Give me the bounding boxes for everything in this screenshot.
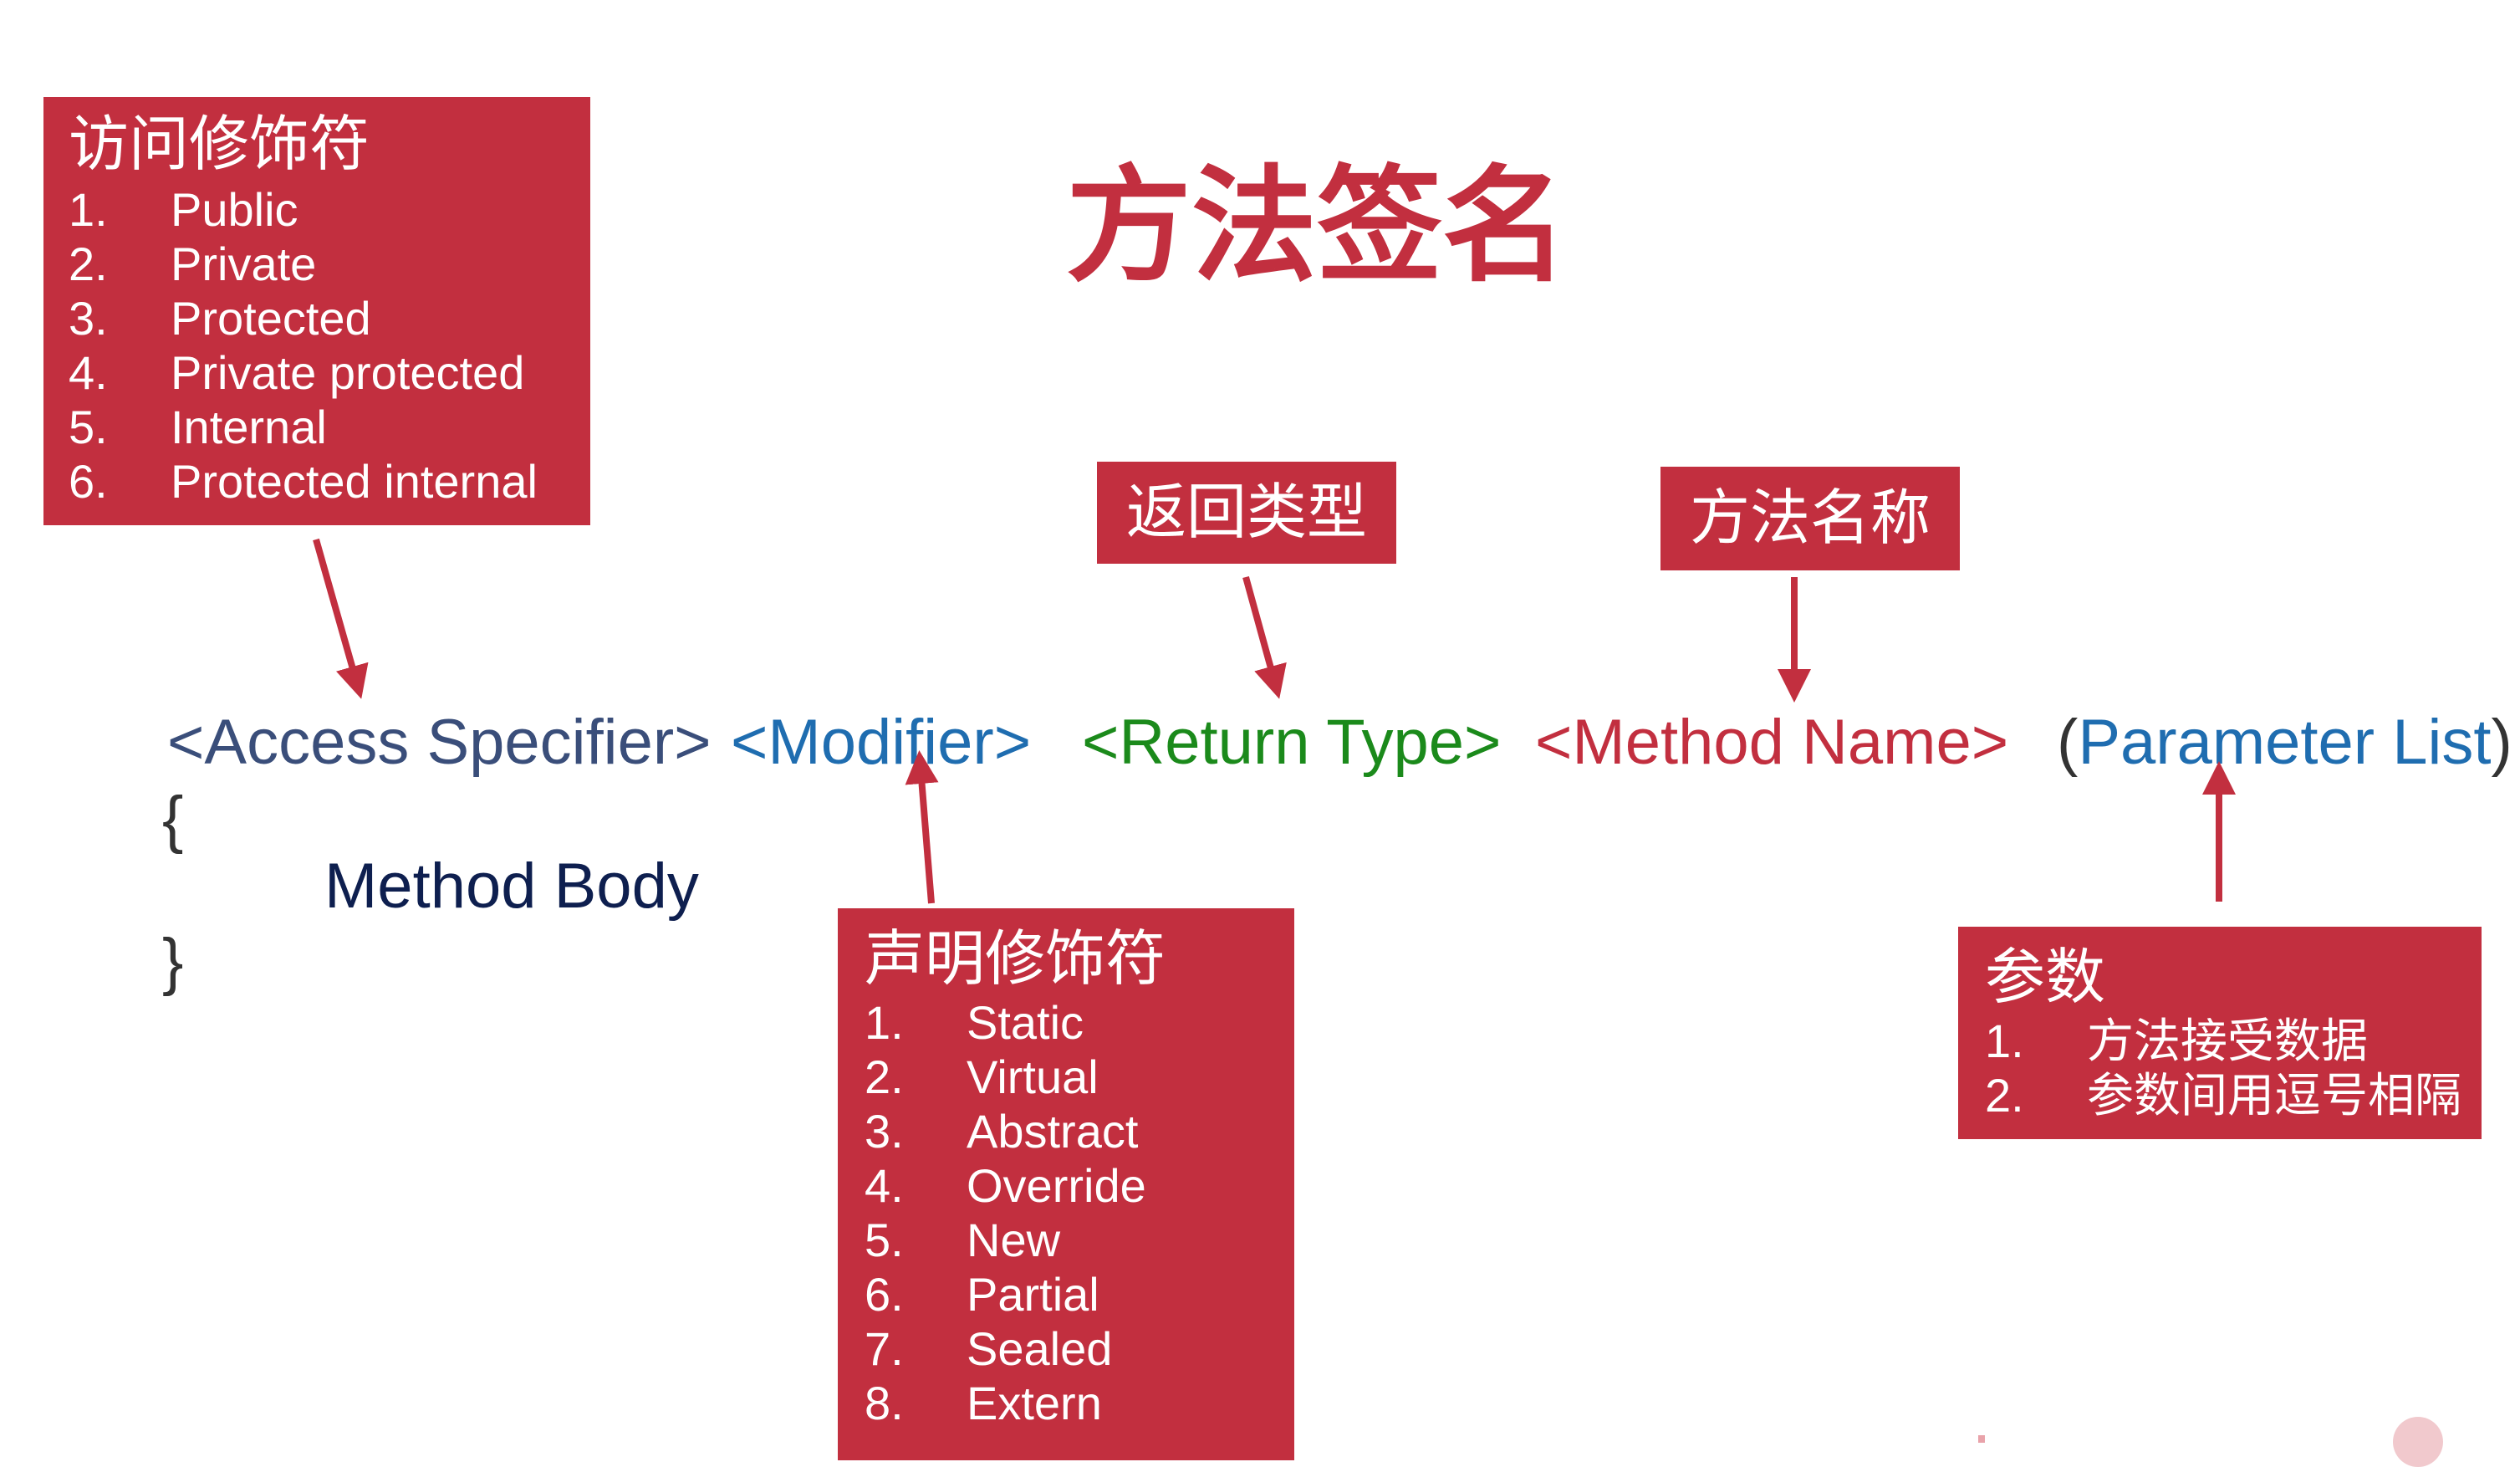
item-text: Sealed — [967, 1322, 1113, 1375]
access-modifier-heading: 访问修饰符 — [69, 111, 370, 178]
item-number: 2. — [865, 1050, 904, 1103]
item-text: Private protected — [171, 346, 525, 399]
list-item: 5. Internal — [69, 400, 590, 454]
signature-parameter-list: Parameter List — [2078, 707, 2492, 778]
item-text: Protected — [171, 292, 371, 345]
item-text: Extern — [967, 1377, 1102, 1429]
arrow-access — [313, 538, 369, 699]
page-title: 方法签名 — [1065, 156, 1568, 296]
item-text: Override — [967, 1159, 1146, 1212]
arrow-return — [1242, 575, 1287, 699]
return-type-label: 返回类型 — [1097, 462, 1396, 564]
item-number: 5. — [69, 401, 108, 453]
item-number: 2. — [69, 238, 108, 290]
signature-access-specifier: <Access Specifier> — [167, 707, 712, 778]
item-text: Private — [171, 238, 317, 290]
corner-logo-mark — [2393, 1417, 2443, 1467]
item-number: 3. — [69, 292, 108, 345]
list-item: 8. Extern — [865, 1376, 1294, 1430]
item-text: Partial — [967, 1268, 1099, 1321]
signature-method-name: <Method Name> — [1535, 707, 2009, 778]
list-item: 2. 参数间用逗号相隔 — [1985, 1068, 2482, 1122]
item-text: 方法接受数据 — [2087, 1015, 2368, 1067]
parameters-heading: 参数 — [1985, 944, 2106, 1011]
list-item: 4. Override — [865, 1158, 1294, 1213]
access-modifier-list: 1. Public 2. Private 3. Protected 4. Private… — [69, 182, 590, 509]
item-number: 7. — [865, 1322, 904, 1375]
item-number: 5. — [865, 1214, 904, 1266]
list-item: 1. Static — [865, 995, 1294, 1050]
signature-return-type: <Return Type> — [1082, 707, 1502, 778]
item-number: 6. — [69, 455, 108, 508]
parameters-list: 1. 方法接受数据 2. 参数间用逗号相隔 — [1985, 1014, 2482, 1122]
item-text: Static — [967, 996, 1084, 1049]
signature-modifier: <Modifier> — [731, 707, 1032, 778]
item-number: 1. — [1985, 1015, 2024, 1067]
list-item: 4. Private protected — [69, 345, 590, 400]
method-name-label: 方法名称 — [1660, 467, 1960, 570]
list-item: 3. Abstract — [865, 1104, 1294, 1158]
list-item: 6. Protected internal — [69, 454, 590, 509]
close-brace: } — [162, 926, 184, 997]
list-item: 3. Protected — [69, 291, 590, 345]
close-paren: ) — [2491, 707, 2512, 778]
list-item: 1. 方法接受数据 — [1985, 1014, 2482, 1068]
parameters-box: 参数 1. 方法接受数据 2. 参数间用逗号相隔 — [1958, 927, 2482, 1139]
item-number: 3. — [865, 1105, 904, 1158]
item-number: 6. — [865, 1268, 904, 1321]
decorative-dot — [1978, 1435, 1985, 1443]
declaration-modifier-list: 1. Static 2. Virtual 3. Abstract 4. Override… — [865, 995, 1294, 1430]
declaration-modifier-heading: 声明修饰符 — [865, 926, 1166, 993]
slide: 方法签名 访问修饰符 1. Public 2. Private 3. Protecte… — [0, 0, 2520, 1467]
list-item: 1. Public — [69, 182, 590, 237]
item-text: Abstract — [967, 1105, 1139, 1158]
item-number: 8. — [865, 1377, 904, 1429]
list-item: 6. Partial — [865, 1267, 1294, 1321]
method-body-text: Method Body — [324, 851, 699, 922]
signature-parameter-group: (Parameter List) — [2057, 701, 2512, 785]
list-item: 2. Private — [69, 237, 590, 291]
item-number: 2. — [1985, 1069, 2024, 1122]
item-text: Public — [171, 183, 298, 236]
list-item: 5. New — [865, 1213, 1294, 1267]
item-text: New — [967, 1214, 1061, 1266]
item-number: 4. — [69, 346, 108, 399]
item-number: 1. — [865, 996, 904, 1049]
item-text: 参数间用逗号相隔 — [2087, 1069, 2461, 1122]
open-paren: ( — [2057, 707, 2079, 778]
item-number: 4. — [865, 1159, 904, 1212]
item-text: Internal — [171, 401, 327, 453]
item-text: Protected internal — [171, 455, 538, 508]
item-text: Virtual — [967, 1050, 1099, 1103]
access-modifier-box: 访问修饰符 1. Public 2. Private 3. Protected 4. P… — [43, 97, 590, 525]
declaration-modifier-box: 声明修饰符 1. Static 2. Virtual 3. Abstract 4. Ov… — [838, 908, 1294, 1460]
list-item: 7. Sealed — [865, 1321, 1294, 1376]
list-item: 2. Virtual — [865, 1050, 1294, 1104]
open-brace: { — [162, 784, 184, 855]
item-number: 1. — [69, 183, 108, 236]
